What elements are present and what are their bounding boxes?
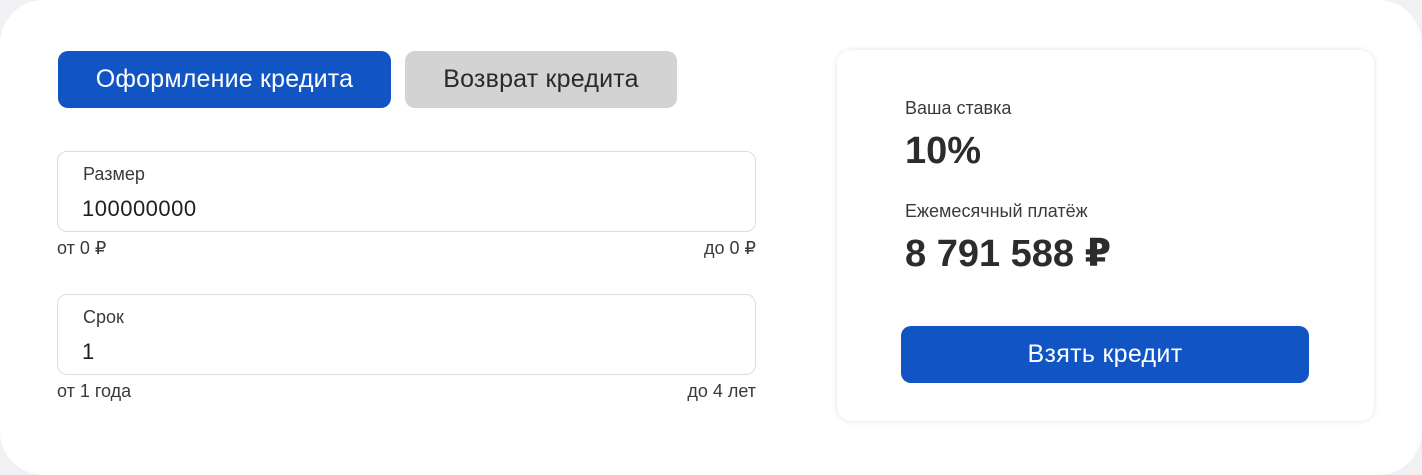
term-max-hint: до 4 лет	[687, 381, 756, 401]
take-credit-button[interactable]: Взять кредит	[901, 326, 1309, 383]
amount-field[interactable]: Размер	[57, 151, 756, 232]
rate-value: 10%	[905, 130, 982, 172]
tab-repay-credit[interactable]: Возврат кредита	[405, 51, 677, 108]
amount-field-group: Размер от 0 ₽ до 0 ₽	[57, 151, 756, 259]
term-field[interactable]: Срок	[57, 294, 756, 375]
term-input[interactable]	[82, 337, 722, 367]
term-range-hints: от 1 года до 4 лет	[57, 381, 756, 402]
tab-apply-credit[interactable]: Оформление кредита	[58, 51, 391, 108]
amount-range-hints: от 0 ₽ до 0 ₽	[57, 238, 756, 259]
monthly-payment-value: 8 791 588 ₽	[905, 233, 1112, 275]
amount-field-label: Размер	[83, 164, 145, 184]
amount-input[interactable]	[82, 194, 722, 224]
term-field-label: Срок	[83, 307, 124, 327]
term-field-group: Срок от 1 года до 4 лет	[57, 294, 756, 402]
rate-label: Ваша ставка	[905, 98, 1012, 118]
amount-min-hint: от 0 ₽	[57, 238, 107, 258]
amount-max-hint: до 0 ₽	[704, 238, 756, 258]
loan-calculator-card: Оформление кредита Возврат кредита Разме…	[0, 0, 1422, 475]
monthly-payment-label: Ежемесячный платёж	[905, 201, 1088, 221]
loan-summary-panel: Ваша ставка 10% Ежемесячный платёж 8 791…	[837, 50, 1374, 421]
term-min-hint: от 1 года	[57, 381, 132, 401]
loan-mode-tabs: Оформление кредита Возврат кредита	[58, 51, 677, 108]
